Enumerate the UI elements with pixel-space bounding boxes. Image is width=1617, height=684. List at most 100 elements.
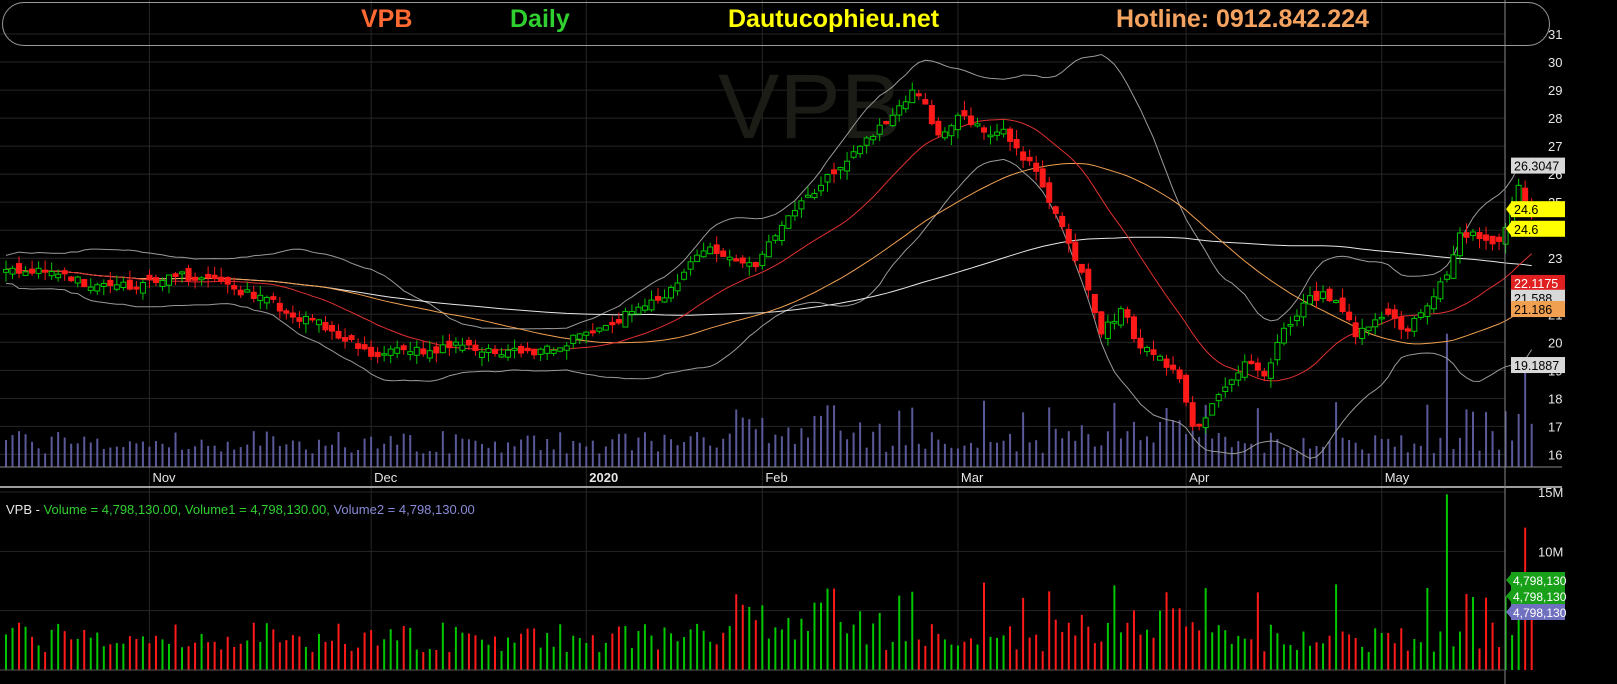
candle-up xyxy=(668,286,675,299)
price-tag-label: 19.1887 xyxy=(1514,359,1559,373)
candle-down xyxy=(928,105,935,125)
candle-down xyxy=(309,317,316,321)
candle-down xyxy=(61,270,68,275)
candle-down xyxy=(1339,297,1346,312)
candle-down xyxy=(1059,215,1066,227)
candle-down xyxy=(1130,316,1137,340)
price-axis-label: 30 xyxy=(1548,55,1562,70)
candle-up xyxy=(1333,300,1340,303)
candle-up xyxy=(941,131,948,139)
time-axis-label: Mar xyxy=(961,470,984,485)
price-axis-label: 18 xyxy=(1548,391,1562,406)
candle-down xyxy=(329,324,335,332)
time-axis-label: Dec xyxy=(374,470,398,485)
candle-down xyxy=(922,99,929,105)
candle-up xyxy=(439,344,446,354)
candle-down xyxy=(1352,322,1359,338)
candle-down xyxy=(250,291,257,299)
website-name: Dautucophieu.net xyxy=(728,5,940,33)
candle-down xyxy=(446,340,453,349)
candle-down xyxy=(961,110,968,117)
time-axis-label: Nov xyxy=(152,470,176,485)
candle-up xyxy=(1365,326,1372,332)
candle-up xyxy=(563,345,570,351)
candle-down xyxy=(609,321,616,326)
time-axis-label: Feb xyxy=(765,470,787,485)
candle-up xyxy=(857,145,864,155)
candle-up xyxy=(1443,274,1450,280)
candle-down xyxy=(1326,288,1333,302)
candle-up xyxy=(407,351,414,355)
candle-down xyxy=(1150,349,1157,355)
candle-up xyxy=(1417,312,1424,318)
volume-legend-volume2: Volume2 = 4,798,130.00 xyxy=(333,502,475,517)
candle-down xyxy=(231,285,238,290)
candle-down xyxy=(400,345,407,351)
candle-up xyxy=(824,174,831,183)
candle-up xyxy=(844,160,851,172)
candle-down xyxy=(615,318,622,324)
candle-up xyxy=(987,134,994,138)
volume-tag-label: 4,798,130 xyxy=(1513,590,1567,604)
price-tag-label: 24.6 xyxy=(1514,203,1538,217)
candle-up xyxy=(948,125,955,137)
candle-up xyxy=(909,89,916,104)
candle-down xyxy=(518,345,525,354)
candle-down xyxy=(1391,309,1398,319)
candle-down xyxy=(218,276,225,282)
candle-up xyxy=(1378,316,1385,320)
candle-down xyxy=(1476,232,1483,240)
candle-down xyxy=(720,250,727,257)
volume-legend: VPB - Volume = 4,798,130.00, Volume1 = 4… xyxy=(6,502,475,517)
candle-down xyxy=(1026,156,1033,162)
candle-up xyxy=(159,280,166,288)
candle-up xyxy=(1202,417,1209,429)
candle-up xyxy=(1157,355,1164,361)
volume-tag-label: 4,798,130 xyxy=(1513,574,1567,588)
candle-up xyxy=(1144,346,1150,353)
candle-down xyxy=(420,348,427,355)
candle-down xyxy=(374,351,381,358)
candle-up xyxy=(426,350,433,359)
candle-down xyxy=(1404,328,1411,332)
candle-up xyxy=(1411,317,1418,332)
candle-up xyxy=(1424,305,1431,318)
candle-down xyxy=(1039,168,1046,188)
candle-up xyxy=(778,224,785,242)
candle-down xyxy=(68,276,75,282)
candle-up xyxy=(772,235,779,241)
candle-up xyxy=(387,348,394,356)
candle-down xyxy=(276,302,283,312)
price-tag-label: 26.3047 xyxy=(1514,160,1559,174)
candle-up xyxy=(87,286,94,291)
candle-up xyxy=(113,284,120,290)
candle-up xyxy=(459,344,466,351)
candle-up xyxy=(1215,394,1222,402)
candle-up xyxy=(9,267,16,275)
candle-up xyxy=(837,166,844,171)
candle-up xyxy=(511,347,518,351)
candle-down xyxy=(739,257,746,264)
candle-up xyxy=(485,348,492,354)
candle-up xyxy=(850,151,857,158)
candle-up xyxy=(635,306,642,315)
candle-down xyxy=(126,279,133,290)
candle-up xyxy=(166,274,172,286)
candle-down xyxy=(355,343,362,349)
candle-up xyxy=(498,354,505,358)
candle-up xyxy=(570,334,577,344)
candle-down xyxy=(1020,151,1027,161)
candle-up xyxy=(1359,327,1366,339)
time-axis-label: 2020 xyxy=(589,470,618,485)
candle-up xyxy=(22,271,29,276)
candle-down xyxy=(1170,364,1177,370)
candle-down xyxy=(981,127,987,133)
candle-up xyxy=(505,349,512,358)
candle-up xyxy=(3,268,9,273)
candle-down xyxy=(361,344,368,350)
candle-down xyxy=(289,312,296,318)
candle-down xyxy=(915,93,922,97)
candle-up xyxy=(1437,281,1444,300)
candle-down xyxy=(335,330,342,339)
candle-down xyxy=(465,339,472,346)
